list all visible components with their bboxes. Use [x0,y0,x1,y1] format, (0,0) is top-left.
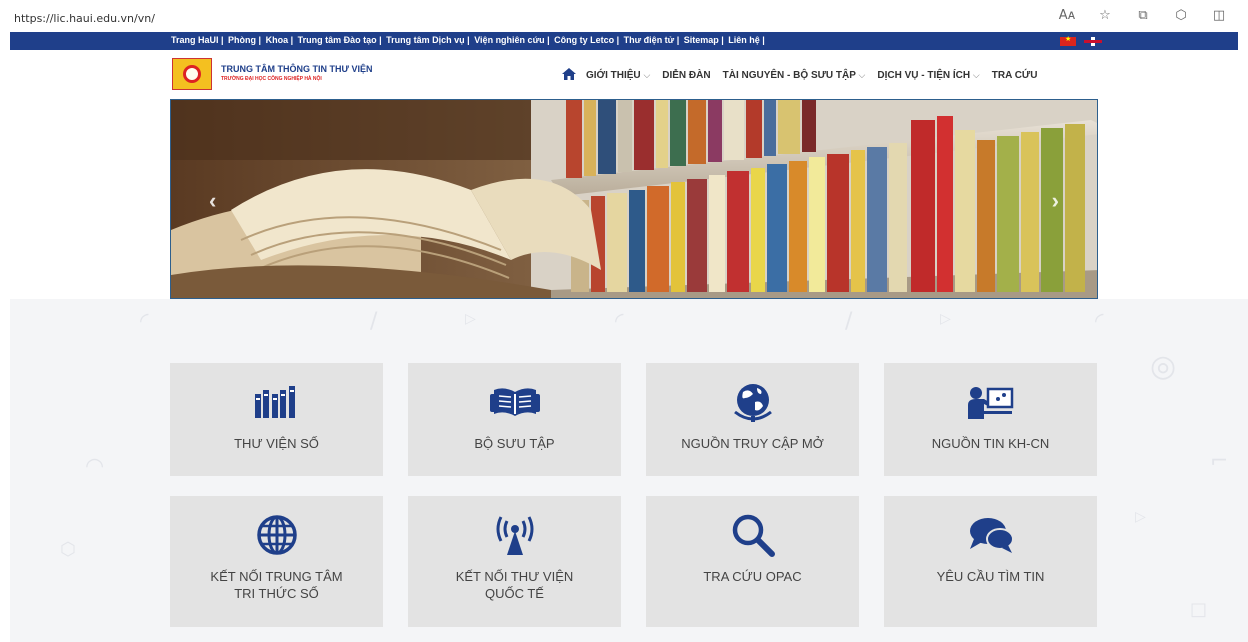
main-nav: GIỚI THIỆU ⌵ DIỄN ĐÀN TÀI NGUYÊN - BỘ SƯ… [562,68,1049,83]
nav-item-forum[interactable]: DIỄN ĐÀN [662,70,710,81]
screenshot-icon[interactable]: ⧉ [1124,8,1162,23]
decor-triangle: ▷ [465,311,476,327]
banner-image [171,100,1097,298]
vietnam-flag-icon[interactable] [1060,35,1076,46]
chevron-down-icon: ⌵ [643,70,651,80]
nav-item-resources[interactable]: TÀI NGUYÊN - BỘ SƯU TẬP ⌵ [723,70,866,81]
top-nav: Trang HaUI | Phòng | Khoa | Trung tâm Đà… [10,32,1238,50]
nav-item-services[interactable]: DỊCH VỤ - TIỆN ÍCH ⌵ [877,70,979,81]
hero-banner: ‹ › [170,99,1098,299]
top-nav-link-contact[interactable]: Liên hệ | [728,35,765,45]
tile-information-request[interactable]: YÊU CẦU TÌM TIN [884,496,1097,627]
nav-item-search[interactable]: TRA CỨU [992,70,1038,81]
top-nav-link-training-center[interactable]: Trung tâm Đào tạo | [298,35,382,45]
logo-title[interactable]: TRUNG TÂM THÔNG TIN THƯ VIỆN [221,64,372,74]
split-screen-icon[interactable]: ◫ [1200,8,1238,23]
decor-slash: / [845,309,853,334]
nav-item-label: DỊCH VỤ - TIỆN ÍCH [877,70,971,81]
tile-label: YÊU CẦU TÌM TIN [936,569,1045,584]
decor-arc: ◜ [140,309,149,334]
tile-digital-knowledge-center[interactable]: KẾT NỐI TRUNG TÂM TRI THỨC SỐ [170,496,383,627]
decor-hexagon: ⬡ [60,539,76,560]
presenter-icon [967,383,1014,421]
tile-label: KẾT NỐI THƯ VIỆN QUỐC TẾ [455,569,574,601]
globe-icon [731,383,775,422]
top-nav-link-haui[interactable]: Trang HaUI | [171,35,224,45]
logo-emblem-icon [183,65,201,83]
tile-label: KẾT NỐI TRUNG TÂM TRI THỨC SỐ [210,569,343,601]
nav-item-label: TRA CỨU [991,70,1038,81]
tile-science-tech-sources[interactable]: NGUỒN TIN KH-CN [884,363,1097,476]
tile-label: BỘ SƯU TẬP [474,436,555,451]
favorite-star-icon[interactable]: ☆ [1086,8,1124,23]
decor-arc: ◜ [1095,309,1104,334]
search-icon [731,514,775,557]
decor-slash: / [370,309,378,334]
tile-international-library[interactable]: KẾT NỐI THƯ VIỆN QUỐC TẾ [408,496,621,627]
nav-item-label: DIỄN ĐÀN [662,70,711,81]
library-logo[interactable] [172,58,212,90]
extensions-icon[interactable]: ⬡ [1162,8,1200,23]
world-grid-icon [256,515,298,555]
top-nav-link-service-center[interactable]: Trung tâm Dịch vụ | [386,35,470,45]
bookshelf-icon [254,383,299,421]
logo-subtitle: TRƯỜNG ĐẠI HỌC CÔNG NGHIỆP HÀ NỘI [221,76,322,82]
decor-arc: ◜ [615,309,624,334]
chat-bubbles-icon [968,516,1014,554]
read-aloud-icon[interactable]: Aᴀ [1048,8,1086,23]
top-nav-link-email[interactable]: Thư điện tử | [624,35,680,45]
decor-spiral: ◎ [1150,349,1177,384]
top-nav-link-phong[interactable]: Phòng | [228,35,261,45]
chevron-down-icon: ⌵ [858,70,866,80]
top-nav-link-khoa[interactable]: Khoa | [266,35,294,45]
decor-triangle: ▷ [1135,509,1146,525]
banner-next-arrow-icon[interactable]: › [1052,188,1059,214]
tile-label: NGUỒN TIN KH-CN [931,436,1050,451]
top-nav-link-letco[interactable]: Công ty Letco | [554,35,619,45]
home-icon[interactable] [562,68,576,83]
open-book-icon [489,383,540,421]
banner-prev-arrow-icon[interactable]: ‹ [209,188,216,214]
top-nav-link-sitemap[interactable]: Sitemap | [684,35,724,45]
decor-triangle: ▷ [940,311,951,327]
tile-label: THƯ VIỆN SỐ [234,436,319,451]
nav-item-label: GIỚI THIỆU [586,70,641,81]
nav-item-about[interactable]: GIỚI THIỆU ⌵ [586,70,650,81]
decor-steps: ⌐ [1210,449,1229,474]
browser-actions: Aᴀ ☆ ⧉ ⬡ ◫ [1048,8,1238,23]
top-nav-links: Trang HaUI | Phòng | Khoa | Trung tâm Đà… [171,35,767,45]
antenna-icon [493,516,537,555]
tile-label: NGUỒN TRUY CẬP MỞ [681,436,824,451]
tile-opac-search[interactable]: TRA CỨU OPAC [646,496,859,627]
chevron-down-icon: ⌵ [972,70,980,80]
browser-toolbar: https://lic.haui.edu.vn/vn/ Aᴀ ☆ ⧉ ⬡ ◫ [0,0,1248,34]
tile-digital-library[interactable]: THƯ VIỆN SỐ [170,363,383,476]
decor-square: □ [1190,599,1208,620]
tile-label: TRA CỨU OPAC [703,569,802,584]
tile-open-access[interactable]: NGUỒN TRUY CẬP MỞ [646,363,859,476]
decor-arc: ◠ [85,454,105,479]
nav-item-label: TÀI NGUYÊN - BỘ SƯU TẬP [722,70,856,81]
language-switcher [1060,35,1102,46]
uk-flag-icon[interactable] [1084,37,1102,46]
tile-collections[interactable]: BỘ SƯU TẬP [408,363,621,476]
site-header: TRUNG TÂM THÔNG TIN THƯ VIỆN TRƯỜNG ĐẠI … [0,50,1248,100]
address-bar[interactable]: https://lic.haui.edu.vn/vn/ [14,12,155,25]
top-nav-link-institutes[interactable]: Viện nghiên cứu | [474,35,549,45]
